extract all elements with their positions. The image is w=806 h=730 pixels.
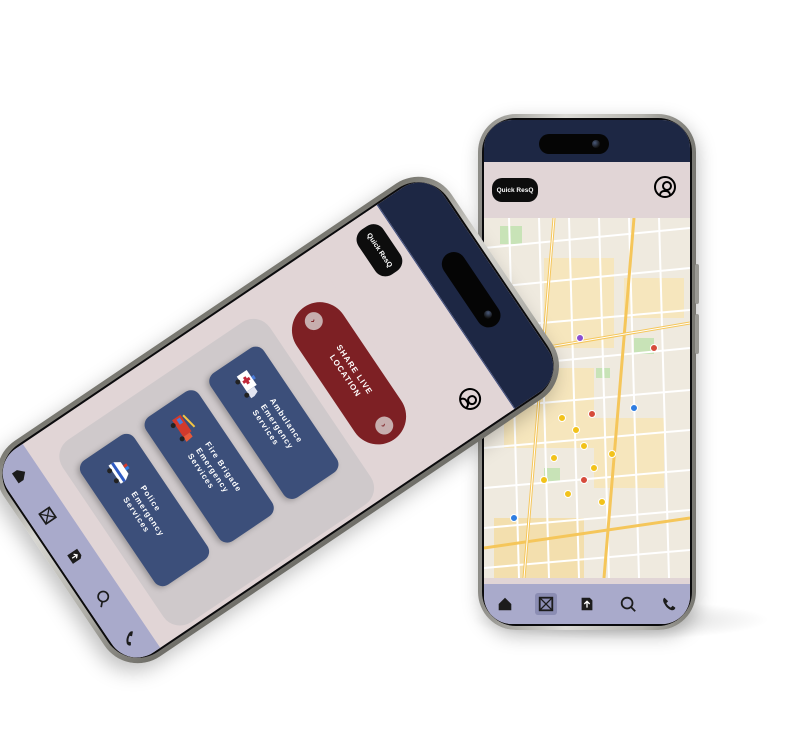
phone-icon (126, 630, 134, 646)
brand-button[interactable]: Quick ResQ (492, 178, 538, 202)
dynamic-island (539, 134, 609, 154)
profile-icon[interactable] (454, 383, 486, 415)
map-marker[interactable] (558, 414, 566, 422)
side-button (695, 264, 699, 304)
app-header: Quick ResQ (484, 162, 690, 218)
upload-icon (581, 597, 593, 611)
nav-search[interactable] (617, 593, 639, 615)
map-marker[interactable] (580, 442, 588, 450)
map-marker[interactable] (580, 476, 588, 484)
status-bar (484, 120, 690, 162)
map-icon (538, 596, 553, 612)
camera-lens (592, 140, 600, 148)
map-marker[interactable] (576, 334, 584, 342)
phone-icon (663, 597, 676, 611)
camera-lens (482, 309, 494, 321)
bottom-nav (484, 584, 690, 624)
police-car-icon (107, 462, 130, 484)
side-button (695, 314, 699, 354)
map-marker[interactable] (630, 404, 638, 412)
share-right-knob: › (371, 413, 397, 439)
upload-icon (67, 548, 83, 564)
ambulance-icon (235, 369, 258, 399)
nav-phone[interactable] (115, 623, 146, 654)
nav-search[interactable] (88, 582, 119, 613)
home-icon (498, 597, 511, 611)
nav-upload[interactable] (60, 541, 91, 572)
profile-icon[interactable] (654, 176, 676, 198)
map-marker[interactable] (650, 344, 658, 352)
home-icon (12, 469, 26, 484)
share-left-knob: › (301, 308, 327, 334)
nav-phone[interactable] (658, 593, 680, 615)
fire-truck-icon (170, 414, 196, 442)
map-icon (38, 506, 58, 526)
map-marker[interactable] (564, 490, 572, 498)
nav-home[interactable] (494, 593, 516, 615)
nav-upload[interactable] (576, 593, 598, 615)
map-marker[interactable] (588, 410, 596, 418)
nav-map[interactable] (33, 500, 64, 531)
map-marker[interactable] (598, 498, 606, 506)
search-icon (620, 596, 636, 612)
map-marker[interactable] (540, 476, 548, 484)
map-marker[interactable] (608, 450, 616, 458)
map-marker[interactable] (550, 454, 558, 462)
search-icon (97, 590, 110, 607)
nav-home[interactable] (5, 460, 36, 491)
map-marker[interactable] (510, 514, 518, 522)
map-marker[interactable] (590, 464, 598, 472)
nav-map[interactable] (534, 593, 557, 615)
map-marker[interactable] (572, 426, 580, 434)
